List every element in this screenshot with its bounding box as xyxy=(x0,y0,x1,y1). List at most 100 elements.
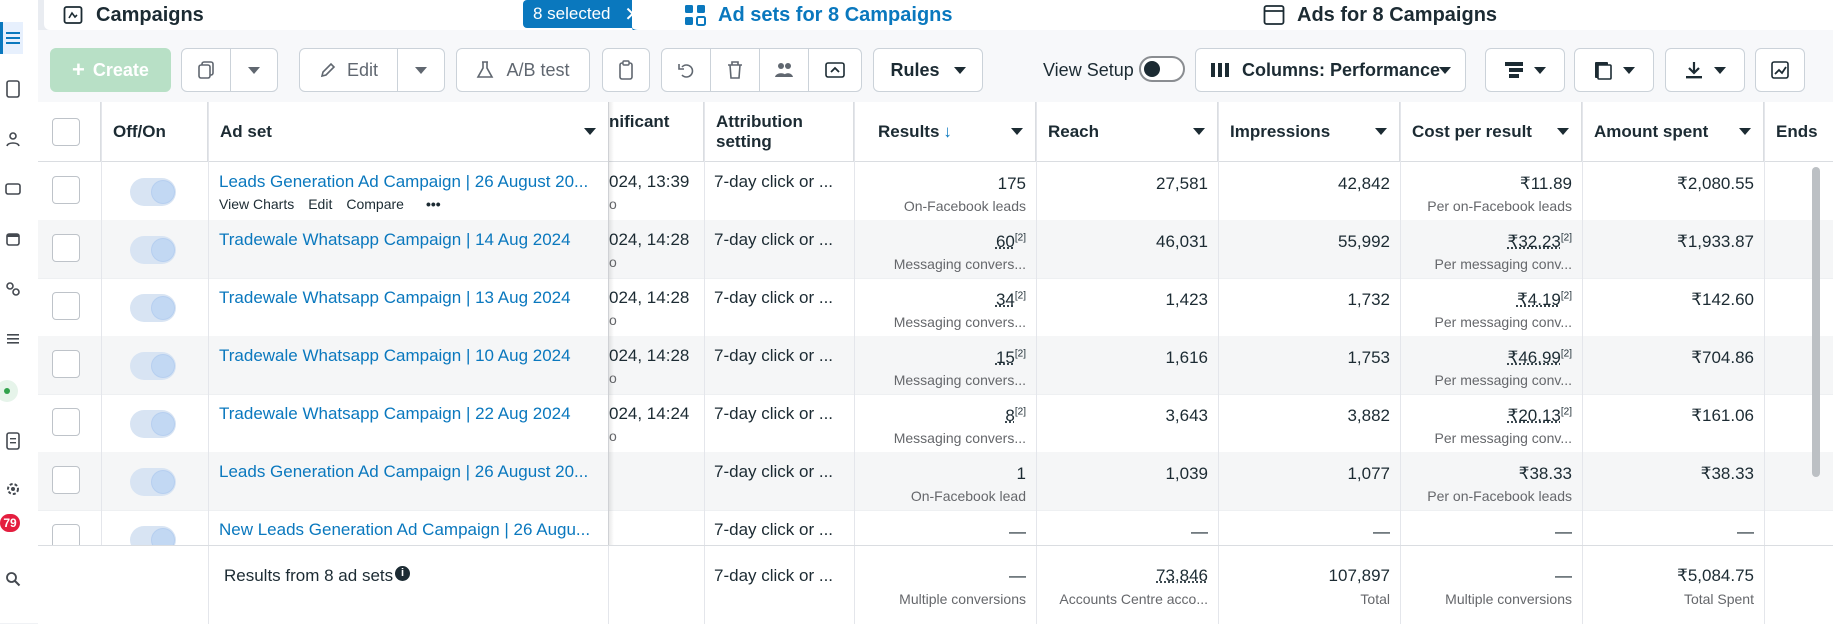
header-reach[interactable]: Reach xyxy=(1036,102,1218,162)
amount-spent-value: ₹142.60 xyxy=(1691,290,1754,309)
adset-name-link[interactable]: New Leads Generation Ad Campaign | 26 Au… xyxy=(219,520,599,540)
table-row[interactable]: Tradewale Whatsapp Campaign | 13 Aug 202… xyxy=(38,278,1833,337)
menu-icon[interactable] xyxy=(2,328,24,350)
impressions-cell: 55,992 xyxy=(1218,220,1400,278)
info-icon[interactable]: i xyxy=(395,566,410,581)
results-footnote[interactable]: [2] xyxy=(1015,232,1026,243)
row-checkbox[interactable] xyxy=(52,408,80,436)
row-on-off-toggle[interactable] xyxy=(130,178,176,206)
significance-cell: 024, 13:39o xyxy=(609,162,704,220)
header-amount-spent[interactable]: Amount spent xyxy=(1582,102,1764,162)
edit-link[interactable]: Edit xyxy=(308,196,332,212)
duplicate-button[interactable] xyxy=(181,48,231,92)
export-dropdown[interactable] xyxy=(1665,48,1745,92)
row-checkbox[interactable] xyxy=(52,292,80,320)
header-results[interactable]: Results ↓ xyxy=(854,102,1036,162)
row-on-off-toggle[interactable] xyxy=(130,410,176,438)
adset-name-cell: Tradewale Whatsapp Campaign | 10 Aug 202… xyxy=(219,336,599,394)
header-attribution[interactable]: Attribution setting xyxy=(704,102,854,162)
header-significant[interactable]: nificant xyxy=(609,102,704,162)
view-charts-link[interactable]: View Charts xyxy=(219,196,294,212)
cost-footnote[interactable]: [2] xyxy=(1561,232,1572,243)
adsets-grid-icon xyxy=(684,4,706,26)
search-icon[interactable] xyxy=(2,568,24,590)
edit-dropdown[interactable] xyxy=(397,48,445,92)
table-row[interactable]: Tradewale Whatsapp Campaign | 22 Aug 202… xyxy=(38,394,1833,453)
row-checkbox[interactable] xyxy=(52,350,80,378)
document-icon[interactable] xyxy=(2,78,24,100)
header-ad-set[interactable]: Ad set xyxy=(208,102,609,162)
charts-button[interactable] xyxy=(1755,48,1805,92)
status-icon[interactable] xyxy=(0,380,18,402)
cost-per-result-cell: ₹38.33 Per on-Facebook leads xyxy=(1400,452,1582,510)
header-impressions[interactable]: Impressions xyxy=(1218,102,1400,162)
more-options-icon[interactable]: ••• xyxy=(426,196,441,212)
results-cell: 15[2] Messaging convers... xyxy=(854,336,1036,394)
report-icon[interactable] xyxy=(2,430,24,452)
notification-badge[interactable]: 79 xyxy=(0,514,20,532)
adset-name-link[interactable]: Tradewale Whatsapp Campaign | 13 Aug 202… xyxy=(219,288,599,308)
row-on-off-toggle[interactable] xyxy=(130,236,176,264)
adset-name-link[interactable]: Tradewale Whatsapp Campaign | 14 Aug 202… xyxy=(219,230,599,250)
adsets-table: Off/On Ad set nificant Attribution setti… xyxy=(38,102,1833,623)
adset-name-link[interactable]: Tradewale Whatsapp Campaign | 10 Aug 202… xyxy=(219,346,599,366)
reports-dropdown[interactable] xyxy=(1574,48,1654,92)
tab-ads[interactable]: Ads for 8 Campaigns xyxy=(1251,0,1833,30)
header-off-on[interactable]: Off/On xyxy=(101,102,208,162)
clipboard-icon xyxy=(617,60,635,80)
select-all-checkbox[interactable] xyxy=(52,118,80,146)
table-row[interactable]: Tradewale Whatsapp Campaign | 10 Aug 202… xyxy=(38,336,1833,395)
row-checkbox[interactable] xyxy=(52,234,80,262)
edit-button[interactable]: Edit xyxy=(299,48,398,92)
results-footnote[interactable]: [2] xyxy=(1015,290,1026,301)
table-row[interactable]: Tradewale Whatsapp Campaign | 14 Aug 202… xyxy=(38,220,1833,279)
columns-dropdown[interactable]: Columns: Performance xyxy=(1195,48,1466,92)
row-checkbox[interactable] xyxy=(52,466,80,494)
list-icon[interactable] xyxy=(2,27,24,49)
row-checkbox[interactable] xyxy=(52,176,80,204)
cost-per-result-sub: Per on-Facebook leads xyxy=(1400,488,1572,504)
tab-adsets[interactable]: Ad sets for 8 Campaigns xyxy=(632,0,1299,33)
table-row[interactable]: Leads Generation Ad Campaign | 26 August… xyxy=(38,452,1833,511)
attribution-cell: 7-day click or ... xyxy=(714,278,854,336)
cost-footnote[interactable]: [2] xyxy=(1561,348,1572,359)
adset-name-link[interactable]: Leads Generation Ad Campaign | 26 August… xyxy=(219,172,599,192)
audience-button[interactable] xyxy=(759,48,809,92)
summary-footer: Results from 8 ad sets i 7-day click or … xyxy=(38,545,1833,624)
column-divider xyxy=(704,546,705,624)
table-row[interactable]: Leads Generation Ad Campaign | 26 August… xyxy=(38,162,1833,221)
duplicate-dropdown[interactable] xyxy=(230,48,278,92)
cost-footnote[interactable]: [2] xyxy=(1561,290,1572,301)
share-button[interactable] xyxy=(808,48,862,92)
cost-footnote[interactable]: [2] xyxy=(1561,406,1572,417)
rules-dropdown[interactable]: Rules xyxy=(873,48,983,92)
delete-button[interactable] xyxy=(710,48,760,92)
media-icon[interactable] xyxy=(2,178,24,200)
adset-name-link[interactable]: Tradewale Whatsapp Campaign | 22 Aug 202… xyxy=(219,404,599,424)
ab-test-button[interactable]: A/B test xyxy=(456,48,590,92)
row-on-off-toggle[interactable] xyxy=(130,352,176,380)
results-footnote[interactable]: [2] xyxy=(1015,348,1026,359)
vertical-scrollbar[interactable] xyxy=(1812,167,1820,477)
adset-name-link[interactable]: Leads Generation Ad Campaign | 26 August… xyxy=(219,462,599,482)
create-button[interactable]: + Create xyxy=(50,48,171,92)
results-footnote[interactable]: [2] xyxy=(1015,406,1026,417)
row-on-off-toggle[interactable] xyxy=(130,468,176,496)
breakdown-dropdown[interactable] xyxy=(1485,48,1565,92)
campaign-folder-icon xyxy=(62,4,84,26)
view-setup-toggle[interactable] xyxy=(1139,56,1185,82)
events-icon[interactable] xyxy=(2,278,24,300)
settings-icon[interactable] xyxy=(2,478,24,500)
reports-icon xyxy=(1593,60,1613,80)
column-menu-caret-icon xyxy=(1011,128,1023,135)
header-ends[interactable]: Ends xyxy=(1764,102,1833,162)
audience-icon[interactable] xyxy=(2,128,24,150)
tab-campaigns[interactable]: Campaigns 8 selected ✕ xyxy=(44,0,646,30)
undo-button[interactable] xyxy=(661,48,711,92)
compare-link[interactable]: Compare xyxy=(346,196,404,212)
calendar-icon[interactable] xyxy=(2,228,24,250)
header-cost-per-result[interactable]: Cost per result xyxy=(1400,102,1582,162)
row-on-off-toggle[interactable] xyxy=(130,294,176,322)
clipboard-button[interactable] xyxy=(602,48,650,92)
summary-reach[interactable]: 73,846 xyxy=(1036,566,1208,586)
